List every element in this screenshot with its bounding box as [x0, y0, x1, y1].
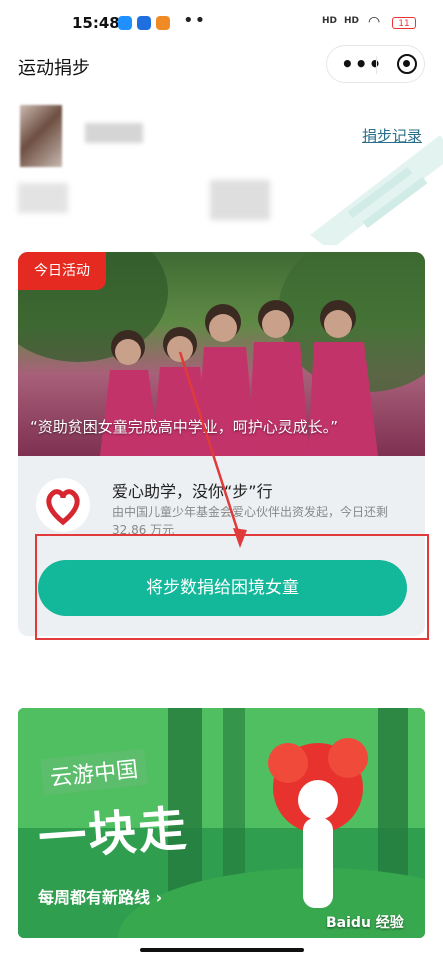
- donation-record-link[interactable]: 捐步记录: [362, 125, 422, 146]
- capsule-divider: [376, 56, 377, 74]
- annotation-highlight-box: [35, 534, 429, 640]
- app-notification-icon: [137, 16, 151, 30]
- battery-icon: 11: [392, 17, 416, 29]
- signal-icon: HD: [344, 16, 360, 26]
- user-name-blurred: [85, 123, 143, 143]
- status-time: 15:48: [72, 14, 120, 32]
- signal-icon: HD: [322, 16, 338, 26]
- foundation-logo: [36, 478, 90, 532]
- avatar: [20, 105, 62, 167]
- home-indicator[interactable]: [140, 948, 304, 952]
- banner-headline: 一块走: [36, 800, 191, 868]
- miniprogram-capsule: •••: [326, 45, 425, 83]
- step-count-blurred: [210, 180, 270, 220]
- travel-banner[interactable]: 云游中国 一块走 每周都有新路线 ›: [18, 708, 425, 938]
- activity-title: 爱心助学，没你“步”行: [112, 482, 273, 501]
- more-notifications-icon: ••: [183, 10, 207, 31]
- activity-quote: “资助贫困女童完成高中学业，呵护心灵成长。”: [30, 418, 339, 436]
- step-label-blurred: [18, 183, 68, 213]
- status-bar: 15:48 •• HD HD ◠ 11: [0, 0, 443, 48]
- today-activity-badge: 今日活动: [18, 252, 106, 290]
- target-icon[interactable]: [397, 54, 417, 74]
- banner-subtitle-link[interactable]: 每周都有新路线 ›: [38, 884, 162, 908]
- baidu-watermark: Baidu 经验: [326, 915, 404, 931]
- heart-logo-icon: [46, 489, 80, 526]
- wifi-icon: ◠: [368, 14, 381, 30]
- app-notification-icon: [156, 16, 170, 30]
- app-notification-icon: [118, 16, 132, 30]
- page-title: 运动捐步: [18, 58, 90, 79]
- user-area: 捐步记录: [0, 95, 443, 245]
